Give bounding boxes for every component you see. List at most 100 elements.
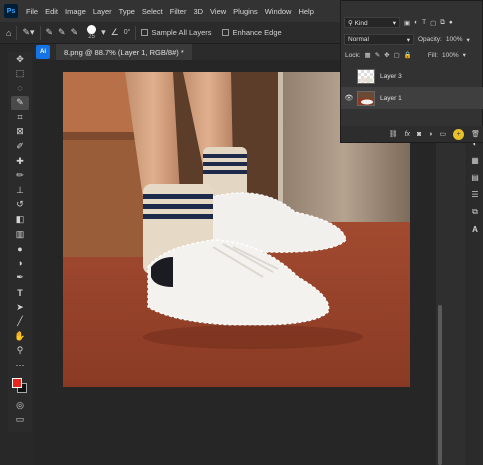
angle-value[interactable]: 0°	[124, 29, 131, 36]
menu-3d[interactable]: 3D	[193, 7, 203, 16]
blend-mode-select[interactable]: Normal ▾	[344, 34, 414, 45]
layer-thumbnail	[357, 90, 375, 106]
menu-file[interactable]: File	[26, 7, 38, 16]
menu-type[interactable]: Type	[119, 7, 135, 16]
menu-image[interactable]: Image	[65, 7, 86, 16]
properties-panel-icon[interactable]: ⧉	[472, 207, 478, 217]
chevron-down-icon: ▾	[392, 19, 396, 27]
filter-adjustment-icon[interactable]: ◐	[414, 19, 418, 26]
chevron-down-icon: ▾	[406, 36, 410, 44]
photoshop-logo[interactable]: Ps	[4, 4, 18, 18]
foreground-color[interactable]	[12, 378, 22, 389]
pen-tool-icon[interactable]: ✒	[11, 271, 29, 285]
filter-kind-select[interactable]: ⚲ Kind ▾	[344, 17, 400, 28]
menu-edit[interactable]: Edit	[45, 7, 58, 16]
trash-icon[interactable]: 🗑	[471, 130, 480, 138]
lock-artboard-icon[interactable]: ▢	[394, 51, 400, 59]
tools-panel: ✥ ⬚ ◌ ✎ ⌗ ⊠ ✐ ✚ ✏ ⊥ ↺ ◧ ▥ ● ◑ ✒ T ➤ ╱ ✋ …	[8, 52, 32, 432]
document-tab-bar: Ai 8.png @ 88.7% (Layer 1, RGB/8#) *	[34, 44, 344, 60]
divider	[135, 25, 137, 40]
chevron-down-icon[interactable]: ▾	[101, 27, 106, 38]
canvas-scrollbar-thumb[interactable]	[438, 305, 442, 465]
filter-smart-object-icon[interactable]: ⧉	[440, 19, 445, 27]
hand-tool-icon[interactable]: ✋	[11, 329, 29, 343]
lock-all-icon[interactable]: 🔒	[404, 51, 412, 59]
crop-tool-icon[interactable]: ⌗	[11, 110, 29, 124]
line-tool-icon[interactable]: ╱	[11, 315, 29, 329]
group-folder-icon[interactable]: ▭	[439, 130, 446, 138]
home-icon[interactable]: ⌂	[6, 28, 11, 38]
libraries-panel-icon[interactable]: ▤	[471, 173, 479, 182]
screen-mode-icon[interactable]: ▭	[11, 413, 29, 427]
lasso-tool-icon[interactable]: ◌	[11, 81, 29, 95]
zoom-tool-icon[interactable]: ⚲	[11, 344, 29, 358]
quick-selection-tool-icon[interactable]: ✎	[11, 95, 29, 110]
document-tab[interactable]: 8.png @ 88.7% (Layer 1, RGB/8#) *	[56, 44, 192, 60]
quick-selection-tool-icon[interactable]: ✎▾	[22, 27, 34, 38]
lock-image-icon[interactable]: ✎	[375, 51, 380, 59]
opacity-value[interactable]: 100%	[446, 36, 463, 43]
menu-filter[interactable]: Filter	[170, 7, 187, 16]
divider	[39, 25, 41, 40]
eye-icon[interactable]: 👁	[341, 94, 357, 102]
fx-icon[interactable]: fx	[405, 131, 410, 138]
menu-help[interactable]: Help	[298, 7, 313, 16]
filter-type-icon[interactable]: T	[422, 19, 426, 26]
color-swatches[interactable]	[11, 377, 29, 395]
menu-layer[interactable]: Layer	[93, 7, 112, 16]
blend-opacity-row: Normal ▾ Opacity: 100% ▾	[341, 34, 483, 45]
blur-tool-icon[interactable]: ●	[11, 242, 29, 256]
brush-picker[interactable]: 25	[87, 25, 97, 40]
sample-all-layers-checkbox[interactable]: Sample All Layers	[141, 28, 211, 37]
quick-mask-icon[interactable]: ◎	[11, 398, 29, 412]
marquee-tool-icon[interactable]: ⬚	[11, 67, 29, 81]
layer-mask-icon[interactable]: ◙	[417, 131, 421, 138]
menu-view[interactable]: View	[210, 7, 226, 16]
eyedropper-tool-icon[interactable]: ✐	[11, 140, 29, 154]
filter-pixel-icon[interactable]: ▣	[404, 19, 410, 27]
lock-label: Lock:	[345, 51, 361, 59]
photo-thumbnail-icon	[358, 91, 374, 104]
path-selection-tool-icon[interactable]: ➤	[11, 300, 29, 314]
type-tool-icon[interactable]: T	[11, 286, 29, 300]
document-tab-title: 8.png @ 88.7% (Layer 1, RGB/8#) *	[64, 47, 184, 57]
new-selection-icon[interactable]: ✎	[46, 27, 54, 38]
character-panel-icon[interactable]: A	[472, 225, 478, 234]
move-tool-icon[interactable]: ✥	[11, 52, 29, 66]
enhance-edge-checkbox[interactable]: Enhance Edge	[222, 28, 282, 37]
new-layer-button[interactable]: +	[453, 128, 465, 140]
layer-row-layer-3[interactable]: Layer 3	[341, 65, 483, 87]
chevron-down-icon[interactable]: ▾	[466, 36, 469, 44]
history-brush-tool-icon[interactable]: ↺	[11, 198, 29, 212]
fill-value[interactable]: 100%	[442, 52, 459, 59]
clone-stamp-tool-icon[interactable]: ⊥	[11, 183, 29, 197]
lock-position-icon[interactable]: ✥	[384, 51, 389, 59]
angle-icon: ∠	[110, 27, 119, 37]
enhance-edge-label: Enhance Edge	[232, 28, 282, 37]
swatches-panel-icon[interactable]: ▦	[471, 156, 479, 165]
chevron-down-icon[interactable]: ▾	[463, 51, 466, 59]
frame-tool-icon[interactable]: ⊠	[11, 125, 29, 139]
subtract-from-selection-icon[interactable]: ✎	[71, 27, 79, 38]
filter-toggle-icon[interactable]: ●	[449, 19, 453, 26]
checkbox-icon	[222, 29, 230, 36]
link-layers-icon[interactable]: ⛓	[389, 130, 398, 138]
layer-row-layer-1[interactable]: 👁 Layer 1	[341, 87, 483, 109]
spot-healing-tool-icon[interactable]: ✚	[11, 154, 29, 168]
more-tools-icon[interactable]: ⋯	[11, 358, 29, 372]
brush-tool-icon[interactable]: ✏	[11, 169, 29, 183]
sample-all-layers-label: Sample All Layers	[151, 28, 212, 37]
dodge-tool-icon[interactable]: ◑	[11, 256, 29, 270]
filter-shape-icon[interactable]: ▢	[430, 19, 436, 27]
menu-select[interactable]: Select	[142, 7, 163, 16]
checkbox-icon	[141, 29, 149, 36]
document-app-icon[interactable]: Ai	[36, 45, 50, 59]
add-to-selection-icon[interactable]: ✎	[58, 27, 66, 38]
gradient-tool-icon[interactable]: ▥	[11, 227, 29, 241]
menu-window[interactable]: Window	[265, 7, 292, 16]
eraser-tool-icon[interactable]: ◧	[11, 213, 29, 227]
adjustment-layer-icon[interactable]: ◑	[428, 131, 432, 138]
adjustments-panel-icon[interactable]: ☰	[471, 190, 478, 199]
menu-plugins[interactable]: Plugins	[233, 7, 258, 16]
lock-transparent-icon[interactable]: ▦	[365, 51, 371, 59]
